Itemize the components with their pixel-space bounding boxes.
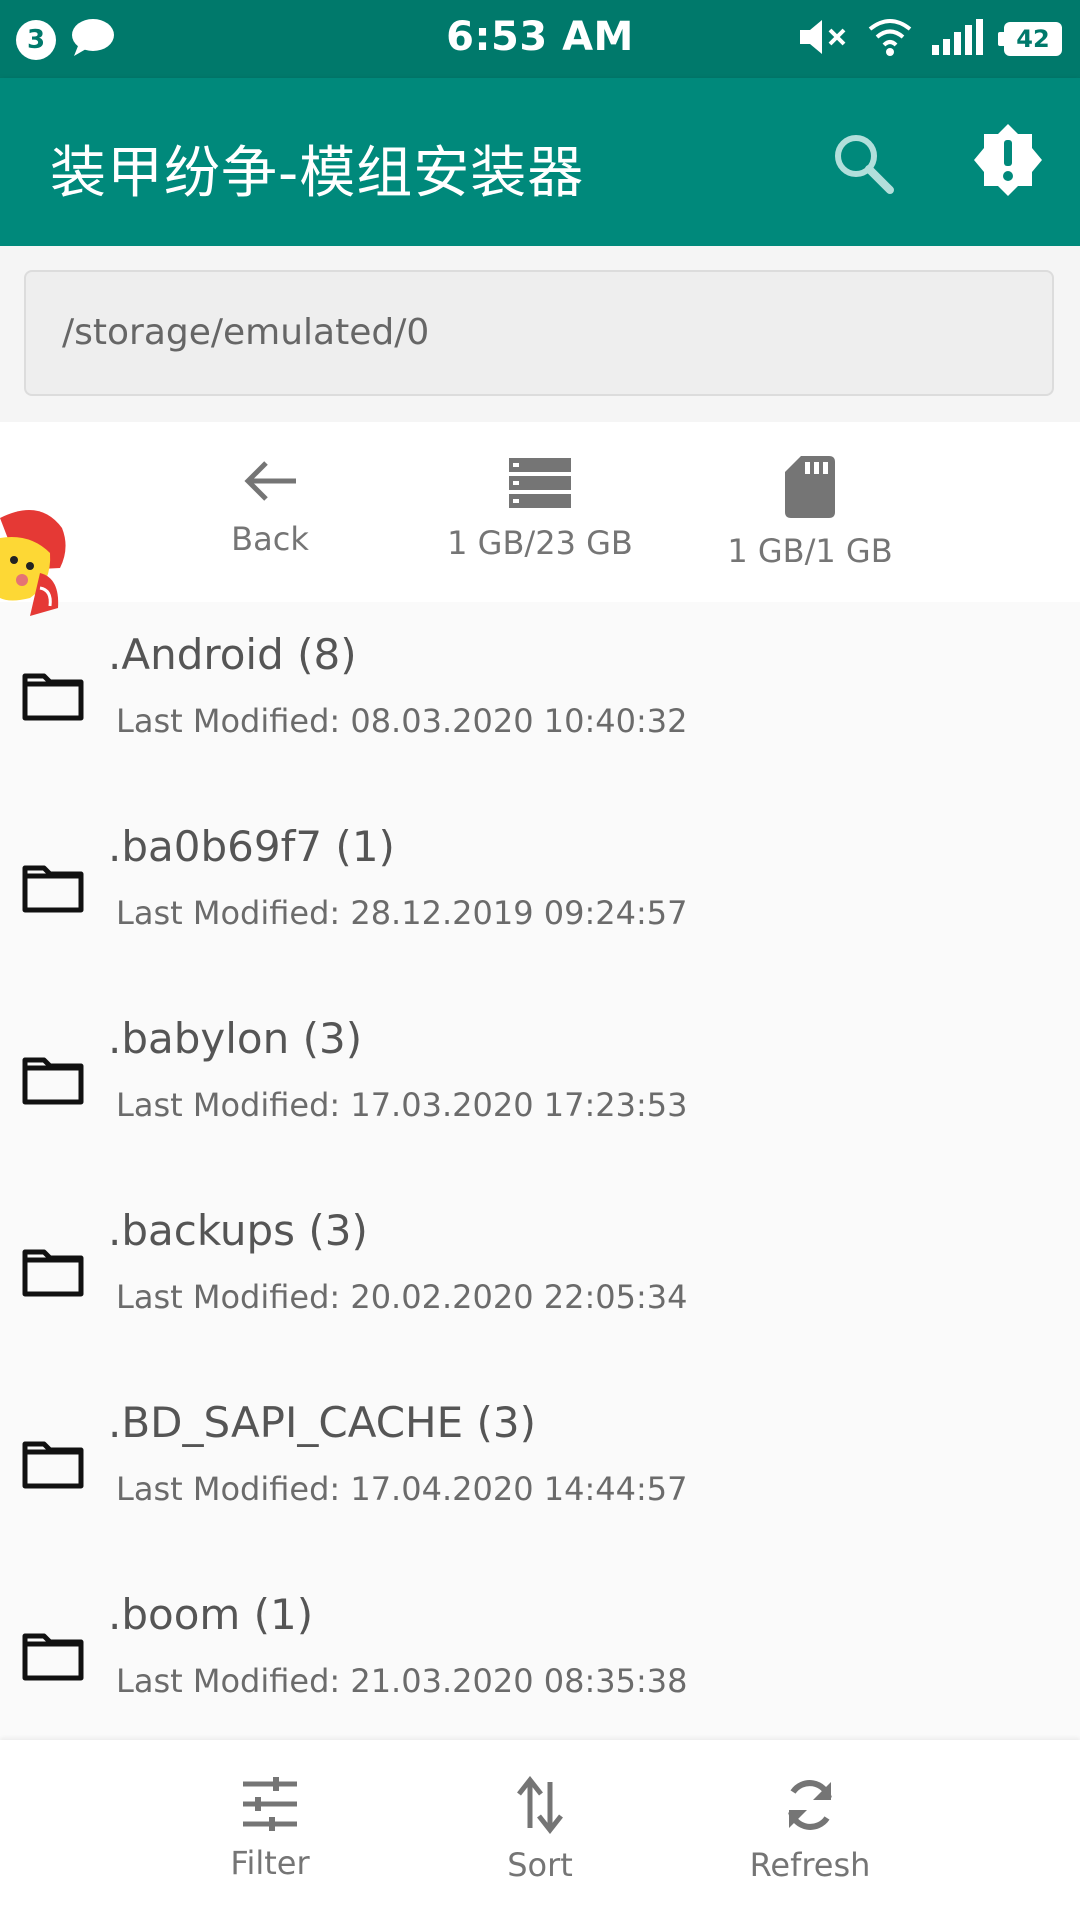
- wifi-icon: [868, 17, 912, 61]
- storage-icon: [509, 458, 571, 514]
- file-modified: Last Modified: 08.03.2020 10:40:32: [116, 702, 688, 740]
- file-list: .Android (8) Last Modified: 08.03.2020 1…: [0, 602, 1080, 1754]
- internal-storage-button[interactable]: 1 GB/23 GB: [410, 456, 670, 562]
- search-icon[interactable]: [830, 130, 896, 200]
- back-label: Back: [231, 520, 309, 558]
- volume-mute-icon: [798, 17, 850, 61]
- sd-card-icon: [785, 456, 835, 522]
- sort-label: Sort: [507, 1846, 573, 1884]
- bottom-toolbar: Filter Sort Refresh: [0, 1740, 1080, 1920]
- folder-icon: [22, 1630, 84, 1686]
- sort-button[interactable]: Sort: [430, 1775, 650, 1884]
- file-modified: Last Modified: 21.03.2020 08:35:38: [116, 1662, 688, 1700]
- sd-card-button[interactable]: 1 GB/1 GB: [680, 456, 940, 570]
- file-list-item[interactable]: .backups (3) Last Modified: 20.02.2020 2…: [0, 1178, 1080, 1370]
- file-name: .BD_SAPI_CACHE (3): [108, 1398, 536, 1447]
- refresh-label: Refresh: [749, 1846, 871, 1884]
- refresh-button[interactable]: Refresh: [700, 1776, 920, 1884]
- file-name: .backups (3): [108, 1206, 368, 1255]
- filter-icon: [241, 1777, 299, 1836]
- file-name: .ba0b69f7 (1): [108, 822, 395, 871]
- storage-row: Back 1 GB/23 GB 1 GB/1 GB: [0, 422, 1080, 602]
- refresh-icon: [781, 1780, 839, 1838]
- path-bar: /storage/emulated/0: [0, 246, 1080, 422]
- file-name: .Android (8): [108, 630, 357, 679]
- file-list-item[interactable]: .boom (1) Last Modified: 21.03.2020 08:3…: [0, 1562, 1080, 1754]
- internal-storage-label: 1 GB/23 GB: [447, 524, 633, 562]
- app-bar: 装甲纷争-模组安装器: [0, 78, 1080, 246]
- folder-icon: [22, 1054, 84, 1110]
- app-title: 装甲纷争-模组安装器: [50, 141, 585, 206]
- file-list-item[interactable]: .babylon (3) Last Modified: 17.03.2020 1…: [0, 986, 1080, 1178]
- file-modified: Last Modified: 17.03.2020 17:23:53: [116, 1086, 688, 1124]
- sd-card-label: 1 GB/1 GB: [727, 532, 893, 570]
- folder-icon: [22, 1438, 84, 1494]
- file-list-item[interactable]: .BD_SAPI_CACHE (3) Last Modified: 17.04.…: [0, 1370, 1080, 1562]
- file-modified: Last Modified: 17.04.2020 14:44:57: [116, 1470, 688, 1508]
- signal-icon: [930, 17, 986, 61]
- battery-indicator: 42: [998, 22, 1062, 56]
- sort-icon: [515, 1775, 565, 1838]
- alert-badge-icon[interactable]: [970, 122, 1046, 202]
- folder-icon: [22, 862, 84, 918]
- filter-label: Filter: [230, 1844, 310, 1882]
- arrow-left-icon: [240, 461, 300, 510]
- file-modified: Last Modified: 20.02.2020 22:05:34: [116, 1278, 688, 1316]
- back-button[interactable]: Back: [140, 456, 400, 558]
- folder-icon: [22, 1246, 84, 1302]
- status-bar: 3 6:53 AM 42: [0, 0, 1080, 78]
- file-modified: Last Modified: 28.12.2019 09:24:57: [116, 894, 688, 932]
- file-list-item[interactable]: .Android (8) Last Modified: 08.03.2020 1…: [0, 602, 1080, 794]
- folder-icon: [22, 670, 84, 726]
- path-field[interactable]: /storage/emulated/0: [24, 270, 1054, 396]
- file-name: .boom (1): [108, 1590, 314, 1639]
- filter-button[interactable]: Filter: [160, 1776, 380, 1882]
- file-list-item[interactable]: .ba0b69f7 (1) Last Modified: 28.12.2019 …: [0, 794, 1080, 986]
- file-name: .babylon (3): [108, 1014, 363, 1063]
